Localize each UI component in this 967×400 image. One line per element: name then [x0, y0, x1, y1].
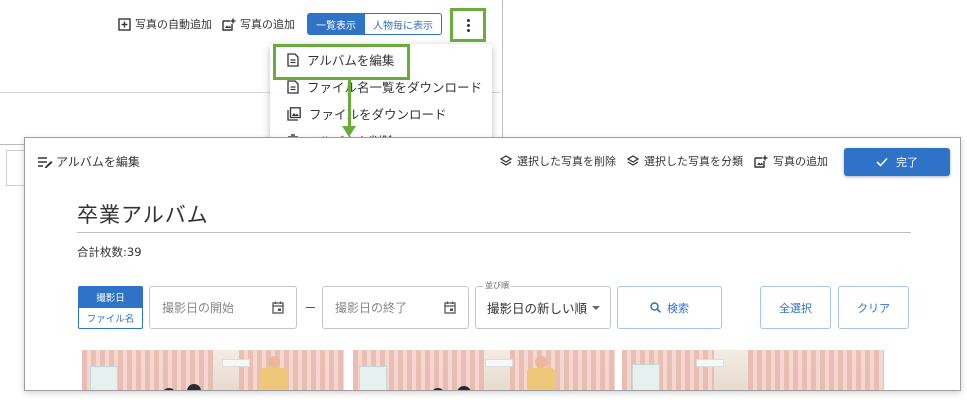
document-icon — [287, 79, 299, 94]
menu-item-label: ファイルをダウンロード — [309, 107, 447, 122]
classify-selected-label: 選択した写真を分類 — [644, 155, 743, 168]
select-all-button[interactable]: 全選択 — [760, 286, 831, 329]
search-button[interactable]: 検索 — [617, 286, 722, 329]
photo-thumbnail[interactable] — [82, 350, 344, 390]
add-photos-label: 写真の追加 — [773, 155, 828, 168]
classify-selected-button[interactable]: 選択した写真を分類 — [627, 153, 743, 169]
auto-add-photos-button[interactable]: 写真の自動追加 — [118, 16, 212, 32]
search-icon — [650, 302, 661, 313]
auto-add-photos-label: 写真の自動追加 — [135, 18, 212, 31]
add-box-icon — [118, 17, 131, 31]
search-label: 検索 — [667, 301, 689, 315]
calendar-icon[interactable] — [444, 301, 456, 314]
album-name-value: 卒業アルバム — [77, 202, 209, 227]
photo-thumbnail[interactable] — [353, 350, 615, 390]
sort-by-filename-button[interactable]: ファイル名 — [78, 308, 143, 329]
date-end-placeholder: 撮影日の終了 — [335, 301, 408, 315]
album-view-screenshot: 写真の自動追加 写真の追加 一覧表示 人物毎に表示 アルバムを編集 ファイル名一… — [0, 0, 503, 145]
by-person-view-button[interactable]: 人物毎に表示 — [365, 13, 442, 35]
add-photo-icon — [754, 155, 768, 168]
done-label: 完了 — [896, 156, 918, 169]
edit-album-screenshot: アルバムを編集 選択した写真を削除 選択した写真を分類 写真の追加 完了 卒業ア… — [24, 137, 961, 391]
more-menu-button[interactable] — [450, 8, 486, 42]
sort-order-label: 並び順 — [483, 280, 511, 291]
add-photos-label: 写真の追加 — [240, 18, 295, 31]
total-count: 合計枚数:39 — [77, 244, 142, 260]
check-icon — [876, 157, 888, 167]
layers-icon — [500, 155, 512, 166]
sort-order-select[interactable]: 撮影日の新しい順 — [475, 286, 611, 329]
sort-by-date-button[interactable]: 撮影日 — [78, 286, 143, 308]
callout-arrow-head — [342, 126, 356, 137]
list-view-button[interactable]: 一覧表示 — [307, 13, 365, 35]
edit-album-header: アルバムを編集 — [37, 153, 140, 170]
photo-library-icon — [287, 106, 301, 121]
menu-item-download-files[interactable]: ファイルをダウンロード — [270, 100, 492, 127]
calendar-icon[interactable] — [272, 301, 284, 314]
delete-selected-label: 選択した写真を削除 — [517, 155, 616, 168]
total-count-label: 合計枚数: — [77, 245, 127, 259]
clear-button[interactable]: クリア — [838, 286, 909, 329]
total-count-value: 39 — [126, 245, 142, 259]
add-photos-button[interactable]: 写真の追加 — [754, 153, 828, 169]
album-toolbar: 写真の自動追加 写真の追加 一覧表示 人物毎に表示 — [118, 13, 442, 35]
background-field-edge — [6, 150, 26, 186]
album-name-field[interactable]: 卒業アルバム — [77, 195, 911, 233]
more-vert-icon — [466, 18, 470, 32]
annotated-screenshots: 写真の自動追加 写真の追加 一覧表示 人物毎に表示 アルバムを編集 ファイル名一… — [0, 0, 967, 400]
date-start-placeholder: 撮影日の開始 — [162, 301, 235, 315]
header-actions: 選択した写真を削除 選択した写真を分類 写真の追加 — [489, 153, 828, 169]
chevron-down-icon — [592, 306, 600, 310]
sort-order-value: 撮影日の新しい順 — [487, 301, 588, 316]
delete-selected-button[interactable]: 選択した写真を削除 — [500, 153, 616, 169]
date-end-field[interactable]: 撮影日の終了 — [322, 286, 469, 329]
layers-icon — [627, 155, 639, 166]
highlight-edit-album — [273, 44, 410, 80]
page-title: アルバムを編集 — [56, 155, 140, 169]
done-button[interactable]: 完了 — [844, 148, 950, 176]
callout-arrow — [348, 80, 351, 128]
add-photos-button[interactable]: 写真の追加 — [222, 16, 295, 32]
sort-key-toggle: 撮影日 ファイル名 — [78, 286, 143, 329]
add-photo-icon — [222, 18, 236, 31]
photo-thumbnail[interactable] — [622, 350, 884, 390]
view-toggle: 一覧表示 人物毎に表示 — [307, 13, 442, 35]
edit-list-icon — [38, 156, 53, 168]
date-range-separator — [306, 307, 315, 308]
date-start-field[interactable]: 撮影日の開始 — [149, 286, 297, 329]
